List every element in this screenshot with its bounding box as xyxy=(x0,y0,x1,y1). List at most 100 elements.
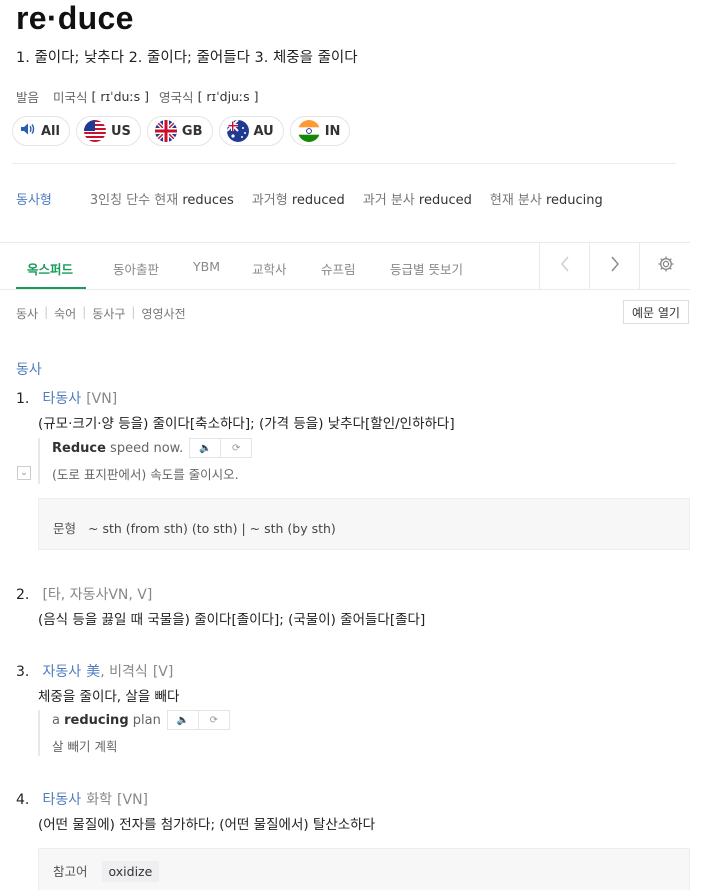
sense-number: 3. xyxy=(16,664,30,680)
example-keyword: reducing xyxy=(64,712,129,728)
separator: | xyxy=(44,305,49,319)
example-keyword: Reduce xyxy=(52,440,106,456)
sense-4-reference-box: 참고어 oxidize xyxy=(38,848,690,890)
sense-1-definition: (규모·크기·양 등을) 줄이다[축소하다]; (가격 등을) 낮추다[할인/인… xyxy=(38,416,455,432)
example-tools: 🔈 ⟳ xyxy=(166,710,230,730)
verb-form-item: 3인칭 단수 현재 reduces xyxy=(90,189,234,208)
audio-gb-label: GB xyxy=(181,123,203,139)
sense-1-pattern-box: 문형 ~ sth (from sth) (to sth) | ~ sth (by… xyxy=(38,498,690,550)
example-text: plan xyxy=(128,712,161,728)
sense-1-header: 1. 타동사 [VN] xyxy=(16,388,117,408)
tab-supreme[interactable]: 슈프림 xyxy=(321,259,356,278)
verb-form-value[interactable]: reduced xyxy=(292,193,345,208)
separator: | xyxy=(82,305,87,319)
filter-idiom[interactable]: 숙어 xyxy=(54,305,76,322)
example-audio-button[interactable]: 🔈 xyxy=(168,711,198,729)
sense-number: 4. xyxy=(16,792,30,808)
example-text: speed now. xyxy=(105,440,184,456)
audio-gb-button[interactable]: GB xyxy=(146,116,213,146)
open-examples-button[interactable]: 예문 열기 xyxy=(623,300,689,324)
chevron-down-icon: ⌄ xyxy=(20,468,28,478)
tab-next-button[interactable] xyxy=(589,243,640,289)
flag-us-icon xyxy=(83,120,106,142)
example-repeat-button[interactable]: ⟳ xyxy=(220,439,251,457)
example-audio-button[interactable]: 🔈 xyxy=(190,439,220,457)
verb-form-name: 과거 분사 xyxy=(362,193,415,208)
gear-icon xyxy=(657,255,675,278)
flag-in-icon xyxy=(297,120,320,142)
sense-verb-pattern: [V] xyxy=(152,664,174,680)
sense-number: 1. xyxy=(16,391,30,407)
expand-examples-toggle[interactable]: ⌄ xyxy=(17,466,31,480)
tab-kyohak[interactable]: 교학사 xyxy=(252,259,287,278)
verb-forms-label: 동사형 xyxy=(16,193,52,208)
pattern-label: 문형 xyxy=(53,521,77,536)
verb-form-name: 현재 분사 xyxy=(489,193,542,208)
sense-verb-pattern: [VN] xyxy=(117,792,149,808)
reference-word-link[interactable]: oxidize xyxy=(101,861,160,882)
tab-prev-button[interactable] xyxy=(539,243,590,289)
sense-number: 2. xyxy=(16,587,30,603)
flag-gb-icon xyxy=(154,120,177,142)
verb-form-value[interactable]: reducing xyxy=(546,193,603,208)
sense-3-header: 3. 자동사 美, 비격식 [V] xyxy=(16,661,173,681)
sense-4-definition: (어떤 물질에) 전자를 첨가하다; (어떤 물질에서) 탈산소하다 xyxy=(38,817,376,833)
us-ipa: [ rɪˈduːs ] xyxy=(91,89,150,104)
speaker-icon: 🔈 xyxy=(199,442,212,454)
sense-register-tag: , 비격식 xyxy=(100,664,148,680)
example-english: a reducing plan 🔈 ⟳ xyxy=(52,710,230,730)
filter-verb[interactable]: 동사 xyxy=(16,305,38,322)
sense-4-header: 4. 타동사 화학 [VN] xyxy=(16,789,148,809)
pronunciation-row: 발음 미국식 [ rɪˈduːs ] 영국식 [ rɪˈdjuːs ] xyxy=(16,87,259,106)
pattern-value: ~ sth (from sth) (to sth) | ~ sth (by st… xyxy=(88,521,336,536)
filter-phrasal-verb[interactable]: 동사구 xyxy=(92,305,125,322)
sense-pos-tag[interactable]: 자동사 xyxy=(42,664,81,680)
audio-au-button[interactable]: AU xyxy=(218,116,284,146)
verb-forms: 동사형 3인칭 단수 현재 reduces 과거형 reduced 과거 분사 … xyxy=(16,189,621,208)
active-tab-indicator xyxy=(16,287,86,289)
tab-oxford[interactable]: 옥스퍼드 xyxy=(27,259,73,278)
flag-au-icon xyxy=(226,120,249,142)
example-text: a xyxy=(52,712,65,728)
audio-buttons: All US GB AU IN xyxy=(12,116,351,146)
verb-form-value[interactable]: reduced xyxy=(419,193,472,208)
sense-verb-pattern: [VN] xyxy=(86,391,118,407)
sense-pos-tag[interactable]: 타동사 xyxy=(42,391,81,407)
settings-button[interactable] xyxy=(639,243,691,289)
chevron-left-icon xyxy=(560,256,570,277)
example-repeat-button[interactable]: ⟳ xyxy=(197,711,229,729)
audio-us-button[interactable]: US xyxy=(75,116,141,146)
audio-all-button[interactable]: All xyxy=(12,116,70,146)
verb-form-value[interactable]: reduces xyxy=(182,193,233,208)
filter-english-dictionary[interactable]: 영영사전 xyxy=(141,305,185,322)
us-label: 미국식 xyxy=(53,90,88,105)
speaker-icon xyxy=(20,122,36,140)
audio-us-label: US xyxy=(110,123,131,139)
divider xyxy=(12,163,676,164)
verb-form-name: 3인칭 단수 현재 xyxy=(89,193,179,208)
audio-in-button[interactable]: IN xyxy=(289,116,351,146)
sense-3-definition: 체중을 줄이다, 살을 빼다 xyxy=(38,689,180,705)
example-korean: (도로 표지판에서) 속도를 줄이시오. xyxy=(52,467,239,482)
sense-3-example: a reducing plan 🔈 ⟳ 살 빼기 계획 xyxy=(38,710,230,756)
chevron-right-icon xyxy=(610,256,620,277)
sense-2-definition: (음식 등을 끓일 때 국물을) 줄이다[졸이다]; (국물이) 줄어들다[졸다… xyxy=(38,612,426,628)
sense-2-header: 2. [타, 자동사VN, V] xyxy=(16,584,152,604)
audio-in-label: IN xyxy=(324,123,341,139)
pronunciation-label: 발음 xyxy=(16,90,40,105)
sense-1-example: Reduce speed now. 🔈 ⟳ (도로 표지판에서) 속도를 줄이시… xyxy=(38,438,253,484)
tab-ybm[interactable]: YBM xyxy=(193,259,220,274)
verb-form-item: 과거형 reduced xyxy=(252,189,345,208)
sense-pos-tag[interactable]: 타동사 xyxy=(42,792,81,808)
reference-label: 참고어 xyxy=(53,864,88,879)
verb-form-item: 과거 분사 reduced xyxy=(363,189,472,208)
tab-donga[interactable]: 동아출판 xyxy=(113,259,159,278)
sense-region-tag: 美 xyxy=(86,664,101,680)
separator: | xyxy=(131,305,136,319)
meaning-summary: 1. 줄이다; 낮추다 2. 줄이다; 줄어들다 3. 체중을 줄이다 xyxy=(16,50,358,66)
dictionary-tabs: 옥스퍼드 동아출판 YBM 교학사 슈프림 등급별 뜻보기 xyxy=(0,242,690,290)
repeat-icon: ⟳ xyxy=(232,442,241,454)
audio-all-label: All xyxy=(41,123,60,139)
sense-pos-tag: [타, 자동사VN, V] xyxy=(42,587,153,603)
tab-level-meaning[interactable]: 등급별 뜻보기 xyxy=(390,259,463,278)
